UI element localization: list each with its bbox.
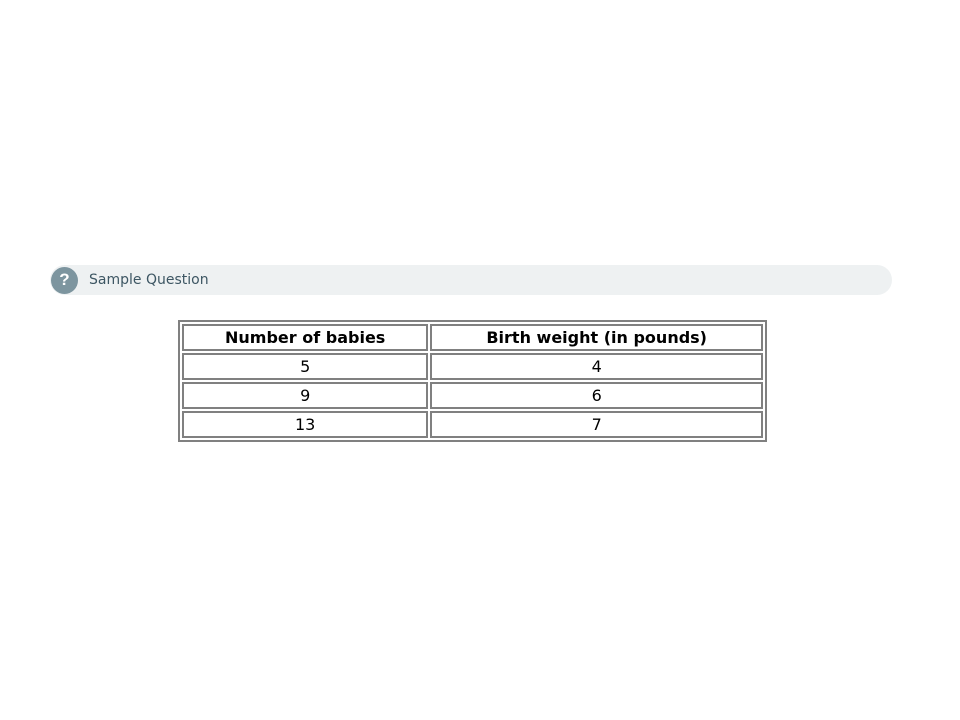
column-header-birth-weight: Birth weight (in pounds)	[430, 324, 763, 351]
question-mark-icon: ?	[51, 266, 78, 294]
table-cell: 7	[430, 411, 763, 438]
page: ? Sample Question Number of babies Birth…	[0, 0, 960, 720]
table-header-row: Number of babies Birth weight (in pounds…	[182, 324, 763, 351]
table-row: 5 4	[182, 353, 763, 380]
table-cell: 6	[430, 382, 763, 409]
data-table: Number of babies Birth weight (in pounds…	[178, 320, 767, 442]
column-header-number-of-babies: Number of babies	[182, 324, 429, 351]
table-cell: 5	[182, 353, 429, 380]
sample-question-bar[interactable]: ? Sample Question	[50, 265, 892, 295]
table-cell: 13	[182, 411, 429, 438]
table-row: 13 7	[182, 411, 763, 438]
table-cell: 4	[430, 353, 763, 380]
table-row: 9 6	[182, 382, 763, 409]
table-cell: 9	[182, 382, 429, 409]
sample-question-label: Sample Question	[89, 272, 209, 288]
